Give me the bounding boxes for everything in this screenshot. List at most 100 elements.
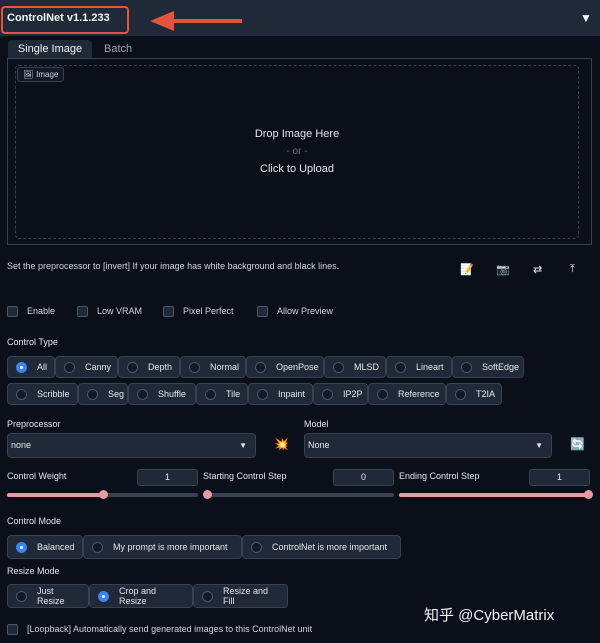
- checkbox-label: Allow Preview: [277, 306, 334, 316]
- starting-step-input[interactable]: 0: [333, 469, 394, 486]
- refresh-icon[interactable]: 🔄: [570, 437, 585, 451]
- control-mode-prompt[interactable]: My prompt is more important: [83, 535, 242, 559]
- radio-icon[interactable]: [16, 590, 27, 602]
- drop-or-text: - or -: [286, 146, 308, 157]
- radio-icon[interactable]: [16, 541, 27, 553]
- checkbox-enable[interactable]: Enable: [7, 305, 55, 317]
- control-type-canny[interactable]: Canny: [55, 356, 118, 378]
- image-label: 🖼 Image: [17, 67, 65, 82]
- slider-fill: [399, 493, 588, 497]
- radio-icon[interactable]: [322, 388, 333, 400]
- radio-icon[interactable]: [205, 388, 216, 400]
- chevron-down-icon: ▼: [535, 441, 543, 450]
- control-mode-controlnet[interactable]: ControlNet is more important: [242, 535, 401, 559]
- control-type-lineart[interactable]: Lineart: [386, 356, 452, 378]
- radio-icon[interactable]: [251, 541, 262, 553]
- control-mode-balanced[interactable]: Balanced: [7, 535, 83, 559]
- slider-handle[interactable]: [98, 490, 108, 499]
- radio-icon[interactable]: [16, 361, 27, 373]
- radio-icon[interactable]: [255, 361, 266, 373]
- model-select[interactable]: None ▼: [304, 433, 552, 458]
- control-type-label: Control Type: [7, 337, 58, 347]
- model-value: None: [308, 440, 330, 450]
- radio-icon[interactable]: [16, 388, 27, 400]
- control-type-inpaint[interactable]: Inpaint: [248, 383, 313, 405]
- slider-handle[interactable]: [584, 490, 593, 499]
- control-mode-label: Control Mode: [7, 516, 62, 526]
- checkbox-label: Low VRAM: [97, 306, 143, 316]
- swap-icon[interactable]: ⇄: [533, 263, 542, 276]
- ending-step-slider[interactable]: [399, 490, 593, 499]
- control-type-tile[interactable]: Tile: [196, 383, 248, 405]
- control-weight-label: Control Weight: [7, 471, 67, 481]
- checkbox-box[interactable]: [163, 305, 174, 317]
- control-type-all[interactable]: All: [7, 356, 55, 378]
- tab-batch[interactable]: Batch: [104, 40, 132, 59]
- resize-mode-crop-and-resize[interactable]: Crop and Resize: [89, 584, 193, 608]
- starting-step-label: Starting Control Step: [203, 471, 287, 481]
- radio-icon[interactable]: [377, 388, 388, 400]
- radio-icon[interactable]: [64, 361, 75, 373]
- checkbox-pixel-perfect[interactable]: Pixel Perfect: [163, 305, 234, 317]
- checkbox-label: [Loopback] Automatically send generated …: [27, 624, 313, 634]
- radio-icon[interactable]: [98, 590, 109, 602]
- control-weight-slider[interactable]: [7, 490, 198, 499]
- watermark: 知乎 @CyberMatrix: [424, 607, 555, 624]
- run-preprocessor-icon[interactable]: 💥: [274, 437, 289, 451]
- collapse-icon[interactable]: ▼: [580, 11, 592, 25]
- image-icon: 🖼: [23, 70, 34, 79]
- drop-text: Drop Image Here: [254, 128, 340, 140]
- checkbox-allow-preview[interactable]: Allow Preview: [257, 305, 333, 317]
- panel-title: ControlNet v1.1.233: [7, 12, 110, 24]
- chevron-down-icon: ▼: [239, 441, 247, 450]
- checkbox-box[interactable]: [7, 305, 18, 317]
- radio-icon[interactable]: [137, 388, 148, 400]
- tab-single-image[interactable]: Single Image: [8, 40, 92, 59]
- image-label-text: Image: [36, 70, 59, 79]
- control-type-mlsd[interactable]: MLSD: [324, 356, 386, 378]
- slider-fill: [7, 493, 103, 497]
- radio-icon[interactable]: [92, 541, 103, 553]
- checkbox-box[interactable]: [257, 305, 268, 317]
- radio-icon[interactable]: [455, 388, 466, 400]
- control-type-ip2p[interactable]: IP2P: [313, 383, 368, 405]
- starting-step-slider[interactable]: [203, 490, 394, 499]
- radio-icon[interactable]: [461, 361, 472, 373]
- control-type-t2ia[interactable]: T2IA: [446, 383, 502, 405]
- control-type-shuffle[interactable]: Shuffle: [128, 383, 196, 405]
- preprocessor-select[interactable]: none ▼: [7, 433, 256, 458]
- model-label: Model: [304, 419, 329, 429]
- radio-icon[interactable]: [333, 361, 344, 373]
- control-type-seg[interactable]: Seg: [78, 383, 128, 405]
- resize-mode-just-resize[interactable]: Just Resize: [7, 584, 89, 608]
- checkbox-label: Pixel Perfect: [183, 306, 234, 316]
- control-type-openpose[interactable]: OpenPose: [246, 356, 324, 378]
- preprocessor-value: none: [11, 440, 32, 450]
- upload-text[interactable]: Click to Upload: [15, 163, 579, 175]
- control-type-normal[interactable]: Normal: [180, 356, 246, 378]
- checkbox-low-vram[interactable]: Low VRAM: [77, 305, 142, 317]
- control-type-depth[interactable]: Depth: [118, 356, 180, 378]
- radio-icon[interactable]: [127, 361, 138, 373]
- resize-mode-label: Resize Mode: [7, 566, 60, 576]
- control-type-softedge[interactable]: SoftEdge: [452, 356, 524, 378]
- radio-icon[interactable]: [257, 388, 268, 400]
- preprocessor-label: Preprocessor: [7, 419, 61, 429]
- checkbox-box[interactable]: [77, 305, 88, 317]
- radio-icon[interactable]: [87, 388, 98, 400]
- slider-handle[interactable]: [203, 490, 212, 499]
- edit-icon[interactable]: 📝: [460, 263, 474, 276]
- ending-step-input[interactable]: 1: [529, 469, 590, 486]
- checkbox-loopback[interactable]: [Loopback] Automatically send generated …: [7, 623, 312, 635]
- upload-arrow-icon[interactable]: ⤒: [570, 263, 575, 276]
- radio-icon[interactable]: [202, 590, 213, 602]
- radio-icon[interactable]: [395, 361, 406, 373]
- control-weight-input[interactable]: 1: [137, 469, 198, 486]
- radio-icon[interactable]: [189, 361, 200, 373]
- checkbox-box[interactable]: [7, 623, 18, 635]
- camera-icon[interactable]: 📷: [496, 263, 510, 276]
- resize-mode-resize-and-fill[interactable]: Resize and Fill: [193, 584, 288, 608]
- control-type-scribble[interactable]: Scribble: [7, 383, 78, 405]
- invert-hint: Set the preprocessor to [invert] If your…: [7, 261, 340, 271]
- control-type-reference[interactable]: Reference: [368, 383, 446, 405]
